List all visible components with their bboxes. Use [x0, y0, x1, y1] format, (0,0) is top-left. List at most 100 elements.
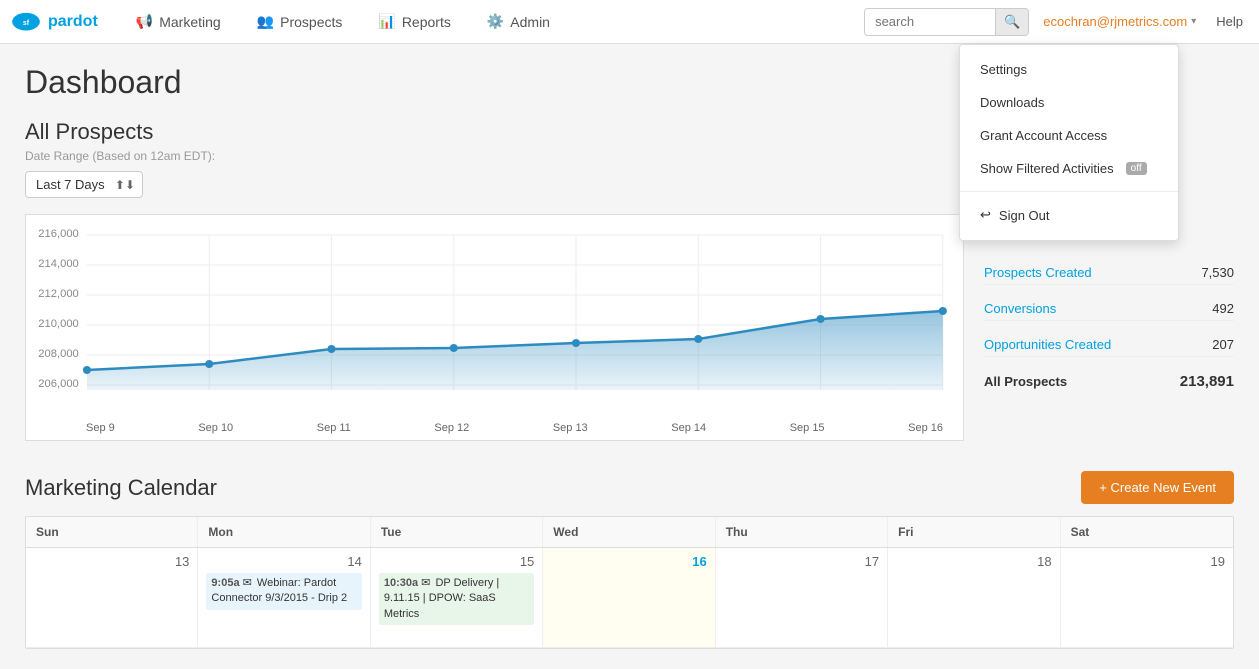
- email-icon-2: ✉: [421, 577, 433, 589]
- reports-icon: 📊: [378, 13, 395, 30]
- chart-container: 216,000 214,000 212,000 210,000 208,000 …: [25, 214, 964, 441]
- calendar-cell-tue15[interactable]: 15 10:30a ✉ DP Delivery | 9.11.15 | DPOW…: [371, 548, 543, 648]
- stat-row-all-prospects: All Prospects 213,891: [984, 369, 1234, 394]
- downloads-label: Downloads: [980, 95, 1044, 110]
- chart-section: 216,000 214,000 212,000 210,000 208,000 …: [25, 214, 1234, 441]
- chart-point-1: [205, 360, 213, 368]
- nav-label-reports: Reports: [402, 14, 451, 30]
- nav-item-admin[interactable]: ⚙️ Admin: [469, 0, 568, 44]
- svg-text:212,000: 212,000: [38, 288, 78, 300]
- cal-date-15: 15: [379, 554, 534, 569]
- event-time-1030a: 10:30a: [384, 577, 418, 589]
- create-event-button[interactable]: + Create New Event: [1081, 471, 1234, 504]
- pardot-label: pardot: [48, 13, 98, 31]
- chart-point-7: [939, 307, 947, 315]
- nav-label-admin: Admin: [510, 14, 550, 30]
- prospects-chart: 216,000 214,000 212,000 210,000 208,000 …: [36, 225, 953, 415]
- day-header-fri: Fri: [888, 517, 1060, 547]
- calendar-event-dp-delivery[interactable]: 10:30a ✉ DP Delivery | 9.11.15 | DPOW: S…: [379, 573, 534, 625]
- nav-item-marketing[interactable]: 📢 Marketing: [118, 0, 239, 44]
- chart-x-labels: Sep 9 Sep 10 Sep 11 Sep 12 Sep 13 Sep 14…: [36, 418, 953, 440]
- email-icon: ✉: [243, 577, 255, 589]
- calendar-cell-thu17[interactable]: 17: [716, 548, 888, 648]
- calendar-week-row: 13 14 9:05a ✉ Webinar: Pardot Connector …: [26, 548, 1233, 648]
- svg-text:214,000: 214,000: [38, 258, 78, 270]
- chart-x-sep10: Sep 10: [198, 422, 233, 434]
- search-container: 🔍: [864, 8, 1029, 36]
- date-range-select-wrapper: Last 7 Days Last 30 Days Last 90 Days ⬆⬇: [25, 171, 143, 198]
- calendar-cell-mon14[interactable]: 14 9:05a ✉ Webinar: Pardot Connector 9/3…: [198, 548, 370, 648]
- grant-access-label: Grant Account Access: [980, 128, 1107, 143]
- svg-text:206,000: 206,000: [38, 378, 78, 390]
- chart-x-sep9: Sep 9: [86, 422, 115, 434]
- nav-item-prospects[interactable]: 👥 Prospects: [239, 0, 361, 44]
- calendar-title: Marketing Calendar: [25, 475, 217, 501]
- navbar: sf pardot 📢 Marketing 👥 Prospects 📊 Repo…: [0, 0, 1259, 44]
- calendar-cell-sat19[interactable]: 19: [1061, 548, 1233, 648]
- chart-point-0: [83, 366, 91, 374]
- chart-x-sep12: Sep 12: [434, 422, 469, 434]
- chart-fill-area: [87, 311, 943, 390]
- chart-x-sep14: Sep 14: [671, 422, 706, 434]
- signout-label: Sign Out: [999, 208, 1050, 223]
- settings-label: Settings: [980, 62, 1027, 77]
- chart-point-6: [816, 315, 824, 323]
- stat-value-conversions: 492: [1212, 301, 1234, 316]
- toggle-off-badge: off: [1126, 162, 1147, 175]
- dropdown-item-downloads[interactable]: Downloads: [960, 86, 1178, 119]
- stat-row-prospects-created: Prospects Created 7,530: [984, 261, 1234, 285]
- nav-label-prospects: Prospects: [280, 14, 342, 30]
- nav-item-reports[interactable]: 📊 Reports: [360, 0, 468, 44]
- dropdown-item-filtered-activities[interactable]: Show Filtered Activities off: [960, 152, 1178, 185]
- cal-date-17: 17: [724, 554, 879, 569]
- calendar-section: Marketing Calendar + Create New Event Su…: [25, 471, 1234, 649]
- svg-text:216,000: 216,000: [38, 228, 78, 240]
- nav-items: 📢 Marketing 👥 Prospects 📊 Reports ⚙️ Adm…: [118, 0, 864, 44]
- day-header-mon: Mon: [198, 517, 370, 547]
- calendar-cell-fri18[interactable]: 18: [888, 548, 1060, 648]
- stat-label-opportunities[interactable]: Opportunities Created: [984, 337, 1111, 352]
- stat-row-conversions: Conversions 492: [984, 297, 1234, 321]
- nav-label-marketing: Marketing: [159, 14, 220, 30]
- day-header-wed: Wed: [543, 517, 715, 547]
- chart-point-5: [694, 335, 702, 343]
- stats-panel: Prospects Created 7,530 Conversions 492 …: [984, 214, 1234, 441]
- dropdown-item-settings[interactable]: Settings: [960, 53, 1178, 86]
- stat-label-prospects-created[interactable]: Prospects Created: [984, 265, 1092, 280]
- filtered-activities-label: Show Filtered Activities: [980, 161, 1114, 176]
- user-menu[interactable]: ecochran@rjmetrics.com ▾: [1037, 10, 1202, 33]
- stat-value-opportunities: 207: [1212, 337, 1234, 352]
- prospects-icon: 👥: [257, 13, 274, 30]
- chart-x-sep11: Sep 11: [317, 422, 351, 434]
- chart-point-3: [450, 344, 458, 352]
- brand-logo[interactable]: sf pardot: [10, 11, 98, 33]
- cal-date-13: 13: [34, 554, 189, 569]
- cal-date-16: 16: [551, 554, 706, 569]
- chart-point-2: [327, 345, 335, 353]
- signout-icon: ↩: [980, 207, 991, 223]
- search-button[interactable]: 🔍: [995, 9, 1028, 35]
- stat-value-all-prospects: 213,891: [1180, 373, 1234, 390]
- calendar-cell-sun13[interactable]: 13: [26, 548, 198, 648]
- chart-x-sep16: Sep 16: [908, 422, 943, 434]
- calendar-cell-wed16[interactable]: 16: [543, 548, 715, 648]
- calendar-grid: Sun Mon Tue Wed Thu Fri Sat 13 14 9:05a: [25, 516, 1234, 649]
- nav-right: 🔍 ecochran@rjmetrics.com ▾ Help: [864, 8, 1249, 36]
- search-input[interactable]: [865, 9, 995, 34]
- help-link[interactable]: Help: [1210, 10, 1249, 33]
- cal-date-14: 14: [206, 554, 361, 569]
- dropdown-item-signout[interactable]: ↩ Sign Out: [960, 198, 1178, 232]
- chart-x-sep15: Sep 15: [790, 422, 825, 434]
- calendar-event-webinar[interactable]: 9:05a ✉ Webinar: Pardot Connector 9/3/20…: [206, 573, 361, 610]
- salesforce-icon: sf: [10, 11, 42, 33]
- date-range-select[interactable]: Last 7 Days Last 30 Days Last 90 Days: [25, 171, 143, 198]
- chevron-down-icon: ▾: [1191, 16, 1196, 27]
- stat-value-prospects-created: 7,530: [1201, 265, 1234, 280]
- user-dropdown: Settings Downloads Grant Account Access …: [959, 44, 1179, 241]
- calendar-day-headers: Sun Mon Tue Wed Thu Fri Sat: [26, 517, 1233, 548]
- chart-point-4: [572, 339, 580, 347]
- dropdown-item-grant-access[interactable]: Grant Account Access: [960, 119, 1178, 152]
- stat-label-all-prospects[interactable]: All Prospects: [984, 374, 1067, 389]
- day-header-sat: Sat: [1061, 517, 1233, 547]
- stat-label-conversions[interactable]: Conversions: [984, 301, 1056, 316]
